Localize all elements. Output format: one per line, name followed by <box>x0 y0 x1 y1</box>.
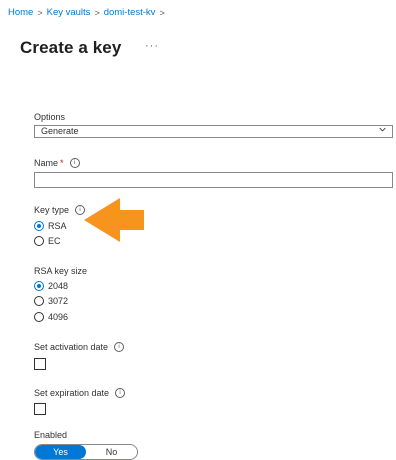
activation-label: Set activation date <box>34 342 109 352</box>
expiration-label: Set expiration date <box>34 388 110 398</box>
activation-label-row: Set activation date i <box>34 342 125 352</box>
info-icon[interactable]: i <box>114 342 125 352</box>
rsa-size-4096-radio[interactable]: 4096 <box>34 312 68 322</box>
key-type-rsa-radio[interactable]: RSA <box>34 221 67 231</box>
key-type-ec-radio[interactable]: EC <box>34 236 61 246</box>
name-input[interactable] <box>34 172 393 188</box>
breadcrumb: Home > Key vaults > domi-test-kv > <box>8 7 169 18</box>
chevron-down-icon <box>379 127 386 132</box>
name-label: Name <box>34 158 59 168</box>
options-select[interactable]: Generate <box>34 125 393 138</box>
radio-label: 4096 <box>48 312 69 322</box>
info-icon[interactable]: i <box>69 158 80 168</box>
activation-checkbox[interactable] <box>34 358 46 370</box>
expiration-checkbox[interactable] <box>34 403 46 415</box>
enabled-toggle[interactable]: Yes No <box>34 444 138 460</box>
expiration-label-row: Set expiration date i <box>34 388 126 398</box>
radio-selected-icon <box>34 221 44 231</box>
rsa-size-2048-radio[interactable]: 2048 <box>34 281 68 291</box>
chevron-right-icon: > <box>37 7 43 18</box>
rsa-size-3072-radio[interactable]: 3072 <box>34 296 68 306</box>
options-label: Options <box>34 112 66 122</box>
options-select-value: Generate <box>41 126 79 136</box>
name-label-row: Name * i <box>34 158 80 168</box>
radio-unselected-icon <box>34 312 44 322</box>
info-icon[interactable]: i <box>115 388 126 398</box>
radio-unselected-icon <box>34 296 44 306</box>
radio-label: 3072 <box>48 296 69 306</box>
breadcrumb-key-vaults[interactable]: Key vaults <box>47 7 91 18</box>
annotation-arrow-icon <box>84 198 144 242</box>
breadcrumb-home[interactable]: Home <box>8 7 33 18</box>
chevron-right-icon: > <box>94 7 100 18</box>
radio-label: RSA <box>48 221 67 231</box>
rsa-key-size-label: RSA key size <box>34 266 88 276</box>
radio-label: EC <box>48 236 61 246</box>
breadcrumb-vault[interactable]: domi-test-kv <box>104 7 156 18</box>
chevron-right-icon: > <box>159 7 165 18</box>
radio-label: 2048 <box>48 281 69 291</box>
key-type-label: Key type <box>34 205 70 215</box>
required-mark: * <box>60 158 64 168</box>
radio-selected-icon <box>34 281 44 291</box>
enabled-label: Enabled <box>34 430 68 440</box>
more-options-icon[interactable]: ··· <box>145 40 159 52</box>
key-type-label-row: Key type i <box>34 205 86 215</box>
radio-unselected-icon <box>34 236 44 246</box>
page-title: Create a key <box>20 38 122 57</box>
